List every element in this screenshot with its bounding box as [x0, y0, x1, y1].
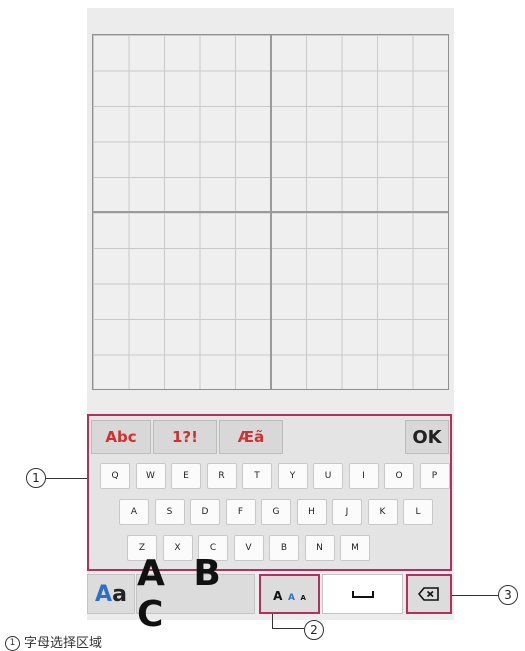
backspace-icon	[418, 587, 439, 601]
callout-2-line-h	[272, 628, 304, 629]
key-j[interactable]: J	[332, 499, 362, 525]
key-l[interactable]: L	[403, 499, 433, 525]
key-k[interactable]: K	[367, 499, 398, 525]
tab-abc[interactable]: Abc	[91, 420, 151, 454]
key-a[interactable]: A	[119, 499, 149, 525]
space-button[interactable]	[322, 574, 403, 614]
callout-2-line-v	[272, 614, 273, 628]
key-d[interactable]: D	[190, 499, 220, 525]
callout-1-line	[46, 478, 87, 479]
space-icon	[351, 590, 374, 598]
keyboard-panel: Abc 1?! Æã OK QWERTYUIOP ASDFGHJKL ZXCVB…	[87, 414, 452, 571]
tab-symbols[interactable]: 1?!	[153, 420, 217, 454]
key-g[interactable]: G	[261, 499, 291, 525]
text-size-icon: A A A	[273, 588, 306, 603]
key-b[interactable]: B	[269, 535, 299, 561]
callout-2: 2	[304, 620, 324, 640]
font-sample: A B C	[137, 553, 229, 635]
backspace-button[interactable]	[406, 574, 452, 614]
key-u[interactable]: U	[313, 463, 343, 489]
key-h[interactable]: H	[296, 499, 327, 525]
caption: 1 字母选择区域	[5, 632, 102, 651]
key-f[interactable]: F	[225, 499, 256, 525]
key-y[interactable]: Y	[277, 463, 308, 489]
key-t[interactable]: T	[242, 463, 272, 489]
font-style-button[interactable]: Aa	[87, 574, 135, 614]
key-m[interactable]: M	[340, 535, 370, 561]
drawing-grid[interactable]	[92, 34, 449, 390]
font-sample-button[interactable]: A B C	[136, 553, 255, 635]
callout-3: 3	[498, 585, 518, 605]
text-size-button[interactable]: A A A	[259, 574, 320, 614]
tab-accented[interactable]: Æã	[219, 420, 283, 454]
key-i[interactable]: I	[348, 463, 379, 489]
grid-horizontal-axis	[93, 211, 448, 213]
key-r[interactable]: R	[206, 463, 237, 489]
key-q[interactable]: Q	[100, 463, 130, 489]
key-o[interactable]: O	[384, 463, 414, 489]
callout-3-line	[452, 595, 498, 596]
key-w[interactable]: W	[135, 463, 166, 489]
key-e[interactable]: E	[171, 463, 201, 489]
key-p[interactable]: P	[419, 463, 450, 489]
ok-button[interactable]: OK	[405, 420, 449, 454]
key-s[interactable]: S	[154, 499, 185, 525]
key-n[interactable]: N	[304, 535, 335, 561]
callout-1: 1	[26, 468, 46, 488]
font-style-icon: Aa	[95, 581, 127, 607]
